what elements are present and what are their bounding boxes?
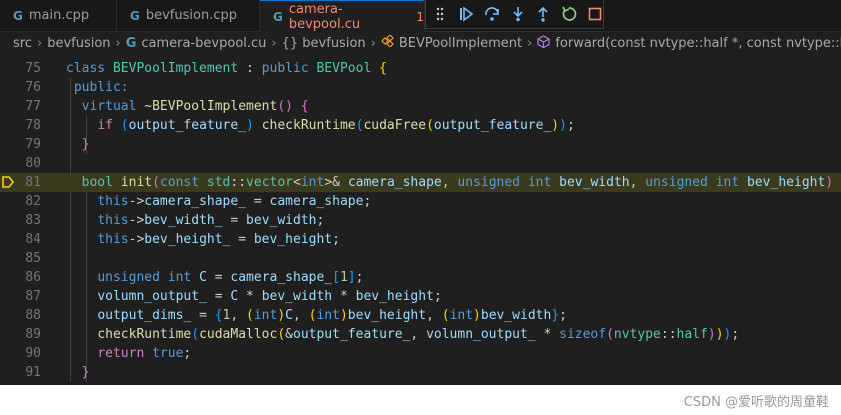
line-number: 82 bbox=[25, 194, 41, 209]
code-text: return true; bbox=[97, 346, 192, 361]
code-text: } bbox=[81, 365, 90, 380]
code-line: 86 unsigned int C = camera_shape_[1]; bbox=[0, 268, 841, 287]
code-line: 85 bbox=[0, 249, 841, 268]
stop-icon[interactable] bbox=[586, 5, 603, 23]
code-line: 91 } bbox=[0, 363, 841, 382]
tab-bevfusion-cpp[interactable]: G bevfusion.cpp bbox=[117, 0, 260, 31]
line-number: 78 bbox=[25, 118, 41, 133]
breadcrumb: src › bevfusion › G camera-bevpool.cu › … bbox=[0, 32, 841, 54]
code-text: checkRuntime(cudaMalloc(&output_feature_… bbox=[97, 327, 740, 342]
chevron-right-icon: › bbox=[115, 35, 121, 51]
line-number: 87 bbox=[25, 289, 41, 304]
code-line: 82 this->camera_shape_ = camera_shape; bbox=[0, 192, 841, 211]
line-number: 80 bbox=[25, 156, 41, 171]
line-number: 75 bbox=[25, 61, 41, 76]
chevron-right-icon: › bbox=[527, 35, 533, 51]
line-number: 88 bbox=[25, 308, 41, 323]
line-number: 86 bbox=[25, 270, 41, 285]
tab-label: main.cpp bbox=[28, 8, 90, 23]
code-text: this->camera_shape_ = camera_shape; bbox=[97, 194, 372, 209]
method-icon bbox=[537, 34, 550, 52]
breadcrumb-class[interactable]: BEVPoolImplement bbox=[399, 36, 522, 51]
breadcrumb-namespace[interactable]: {} bevfusion bbox=[282, 36, 366, 51]
chevron-right-icon: › bbox=[370, 35, 376, 51]
grip-icon[interactable] bbox=[432, 5, 449, 23]
code-line: 80 bbox=[0, 154, 841, 173]
breakpoint-arrow-icon[interactable] bbox=[2, 176, 14, 188]
code-line: 75 class BEVPoolImplement : public BEVPoo… bbox=[0, 59, 841, 78]
tab-camera-bevpool-cu[interactable]: G camera-bevpool.cu 1 bbox=[260, 0, 425, 32]
tab-label: camera-bevpool.cu bbox=[288, 1, 361, 32]
restart-icon[interactable] bbox=[561, 5, 578, 23]
code-line: 79 } bbox=[0, 135, 841, 154]
code-line-current: 81 bool init(const std::vector<int>& cam… bbox=[0, 173, 841, 192]
code-line: 88 output_dims_ = {1, (int)C, (int)bev_h… bbox=[0, 306, 841, 325]
breadcrumb-src[interactable]: src bbox=[13, 36, 32, 51]
line-number: 85 bbox=[25, 251, 41, 266]
line-number: 77 bbox=[25, 99, 41, 114]
tab-bar: G main.cpp G bevfusion.cpp G camera-bevp… bbox=[0, 0, 841, 32]
watermark: CSDN @爱听歌的周童鞋 bbox=[683, 395, 829, 410]
problem-count-badge: 1 bbox=[416, 9, 424, 24]
cuda-file-icon: G bbox=[273, 9, 283, 24]
breadcrumb-file[interactable]: camera-bevpool.cu bbox=[141, 36, 266, 51]
chevron-right-icon: › bbox=[271, 35, 277, 51]
cuda-file-icon: G bbox=[125, 35, 137, 51]
continue-icon[interactable] bbox=[458, 5, 475, 23]
line-number: 90 bbox=[25, 346, 41, 361]
code-text: bool init(const std::vector<int>& camera… bbox=[81, 175, 841, 190]
breadcrumb-method[interactable]: forward(const nvtype::half *, const nvty… bbox=[555, 36, 841, 51]
code-line: 89 checkRuntime(cudaMalloc(&output_featu… bbox=[0, 325, 841, 344]
code-text: volumn_output_ = C * bev_width * bev_hei… bbox=[97, 289, 442, 304]
code-line: 87 volumn_output_ = C * bev_width * bev_… bbox=[0, 287, 841, 306]
cpp-file-icon: G bbox=[13, 8, 23, 23]
code-line: 83 this->bev_width_ = bev_width; bbox=[0, 211, 841, 230]
line-number: 84 bbox=[25, 232, 41, 247]
tab-main-cpp[interactable]: G main.cpp bbox=[0, 0, 117, 31]
code-text: unsigned int C = camera_shape_[1]; bbox=[97, 270, 364, 285]
code-editor[interactable]: 75 class BEVPoolImplement : public BEVPoo… bbox=[0, 59, 841, 385]
code-line: 76 public: bbox=[0, 78, 841, 97]
code-text: } bbox=[81, 137, 90, 152]
line-number: 83 bbox=[25, 213, 41, 228]
code-text: if (output_feature_) checkRuntime(cudaFr… bbox=[97, 118, 575, 133]
line-number: 89 bbox=[25, 327, 41, 342]
cpp-file-icon: G bbox=[130, 8, 140, 23]
step-over-icon[interactable] bbox=[483, 5, 500, 23]
line-number: 79 bbox=[25, 137, 41, 152]
code-text: this->bev_width_ = bev_width; bbox=[97, 213, 325, 228]
code-line: 78 if (output_feature_) checkRuntime(cud… bbox=[0, 116, 841, 135]
code-text: class BEVPoolImplement : public BEVPool … bbox=[66, 61, 387, 76]
code-line: 77 virtual ~BEVPoolImplement() { bbox=[0, 97, 841, 116]
tab-label: bevfusion.cpp bbox=[145, 8, 237, 23]
code-text: public: bbox=[73, 80, 129, 95]
step-out-icon[interactable] bbox=[535, 5, 552, 23]
code-text: virtual ~BEVPoolImplement() { bbox=[81, 99, 309, 114]
code-text: output_dims_ = {1, (int)C, (int)bev_heig… bbox=[97, 308, 567, 323]
code-text: this->bev_height_ = bev_height; bbox=[97, 232, 340, 247]
breadcrumb-folder[interactable]: bevfusion bbox=[47, 36, 110, 51]
step-into-icon[interactable] bbox=[509, 5, 526, 23]
code-line: 90 return true; bbox=[0, 344, 841, 363]
debug-toolbar bbox=[425, 0, 604, 29]
class-icon bbox=[380, 34, 394, 51]
line-number: 91 bbox=[25, 365, 41, 380]
chevron-right-icon: › bbox=[36, 35, 43, 51]
code-line: 84 this->bev_height_ = bev_height; bbox=[0, 230, 841, 249]
line-number: 76 bbox=[25, 80, 41, 95]
